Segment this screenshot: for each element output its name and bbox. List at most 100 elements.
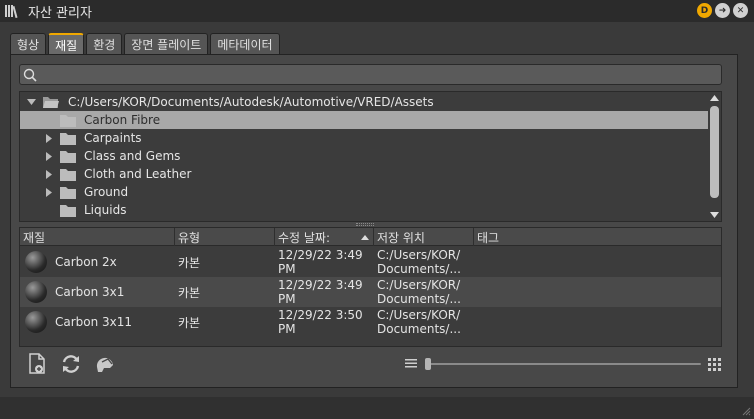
title-buttons: D ➜ ✕	[697, 3, 748, 18]
tree-item-liquids[interactable]: Liquids	[20, 201, 709, 219]
thumbnail-size-slider[interactable]	[403, 355, 725, 373]
table-row[interactable]: Carbon 3x11 카본 12/29/22 3:50 PM C:/Users…	[20, 307, 721, 337]
column-header-modified[interactable]: 수정 날짜:	[275, 228, 374, 246]
tree-item-carbon-fibre[interactable]: Carbon Fibre	[20, 111, 709, 129]
cell-tags	[474, 277, 721, 307]
status-bar	[0, 397, 754, 419]
table-row[interactable]: Carbon 3x1 카본 12/29/22 3:49 PM C:/Users/…	[20, 277, 721, 307]
material-thumbnail	[25, 251, 47, 273]
date-line: PM	[278, 292, 296, 306]
arrow-right-icon[interactable]: ➜	[715, 3, 730, 18]
folder-tree[interactable]: C:/Users/KOR/Documents/Autodesk/Automoti…	[19, 91, 722, 222]
column-header-modified-label: 수정 날짜:	[278, 230, 331, 245]
tab-material[interactable]: 재질	[48, 33, 85, 55]
tab-environment[interactable]: 환경	[86, 33, 123, 55]
chevron-right-icon[interactable]	[44, 133, 54, 143]
tree-item-class-and-gems[interactable]: Class and Gems	[20, 147, 709, 165]
scroll-down-icon[interactable]	[710, 212, 719, 218]
tree-item-label: Cloth and Leather	[84, 167, 192, 181]
material-thumbnail	[25, 311, 47, 333]
cell-material: Carbon 2x	[20, 247, 175, 277]
tree-root[interactable]: C:/Users/KOR/Documents/Autodesk/Automoti…	[20, 93, 709, 111]
location-line: Documents/...	[377, 292, 461, 306]
column-header-type[interactable]: 유형	[175, 228, 275, 246]
tree-item-label: Liquids	[84, 203, 127, 217]
close-icon[interactable]: ✕	[733, 3, 748, 18]
chevron-right-icon[interactable]	[44, 169, 54, 179]
list-view-icon[interactable]	[405, 358, 417, 369]
date-line: 12/29/22 3:49	[278, 248, 363, 262]
dock-d-icon[interactable]: D	[697, 3, 712, 18]
open-folder-icon	[43, 97, 59, 108]
folder-icon	[60, 114, 76, 127]
column-header-material[interactable]: 재질	[20, 228, 175, 246]
tab-scene-plate[interactable]: 장면 플레이트	[124, 33, 209, 55]
date-line: PM	[278, 322, 296, 336]
material-thumbnail	[25, 281, 47, 303]
tab-metadata[interactable]: 메타데이터	[210, 33, 280, 55]
folder-icon	[60, 132, 76, 145]
new-file-icon[interactable]	[25, 352, 49, 376]
location-line: C:/Users/KOR/	[377, 308, 461, 322]
bottom-toolbar	[25, 352, 117, 376]
column-header-location[interactable]: 저장 위치	[374, 228, 474, 246]
date-line: PM	[278, 262, 296, 276]
cell-modified: 12/29/22 3:49 PM	[275, 277, 374, 307]
materials-table: 재질 유형 수정 날짜: 저장 위치 태그 Carbon 2x 카본 12/29…	[19, 227, 722, 347]
chevron-right-icon[interactable]	[44, 151, 54, 161]
date-line: 12/29/22 3:49	[278, 278, 363, 292]
cell-location: C:/Users/KOR/ Documents/...	[374, 277, 474, 307]
tree-item-label: Carbon Fibre	[84, 113, 161, 127]
material-name: Carbon 3x1	[55, 285, 125, 299]
tree-item-label: Class and Gems	[84, 149, 181, 163]
resize-grip-icon[interactable]	[741, 406, 751, 416]
chevron-right-icon[interactable]	[44, 187, 54, 197]
materials-panel: C:/Users/KOR/Documents/Autodesk/Automoti…	[10, 54, 738, 388]
location-line: C:/Users/KOR/	[377, 278, 461, 292]
material-helmet-icon[interactable]	[93, 352, 117, 376]
window-title: 자산 관리자	[28, 5, 92, 21]
cell-location: C:/Users/KOR/ Documents/...	[374, 307, 474, 337]
date-line: 12/29/22 3:50	[278, 308, 363, 322]
cell-type: 카본	[178, 285, 201, 300]
tree-item-carpaints[interactable]: Carpaints	[20, 129, 709, 147]
tree-root-label: C:/Users/KOR/Documents/Autodesk/Automoti…	[68, 95, 434, 109]
column-header-tags[interactable]: 태그	[474, 228, 721, 246]
chevron-down-icon[interactable]	[26, 97, 36, 107]
cell-tags	[474, 247, 721, 277]
cell-modified: 12/29/22 3:49 PM	[275, 247, 374, 277]
cell-location: C:/Users/KOR/ Documents/...	[374, 247, 474, 277]
cell-type: 카본	[178, 255, 201, 270]
location-line: C:/Users/KOR/	[377, 248, 461, 262]
folder-icon	[60, 186, 76, 199]
tab-shape[interactable]: 형상	[10, 33, 47, 55]
slider-track[interactable]	[429, 363, 701, 365]
grid-view-icon[interactable]	[708, 358, 721, 371]
folder-icon	[60, 204, 76, 217]
splitter-handle[interactable]	[356, 223, 374, 226]
scroll-up-icon[interactable]	[710, 95, 719, 101]
title-bar: 자산 관리자 D ➜ ✕	[0, 0, 754, 22]
material-name: Carbon 2x	[55, 255, 117, 269]
search-input[interactable]	[19, 64, 722, 85]
tree-item-ground[interactable]: Ground	[20, 183, 709, 201]
tab-bar: 형상 재질 환경 장면 플레이트 메타데이터	[10, 33, 282, 55]
table-header: 재질 유형 수정 날짜: 저장 위치 태그	[20, 228, 721, 246]
cell-modified: 12/29/22 3:50 PM	[275, 307, 374, 337]
refresh-icon[interactable]	[59, 352, 83, 376]
table-row[interactable]: Carbon 2x 카본 12/29/22 3:49 PM C:/Users/K…	[20, 247, 721, 277]
location-line: Documents/...	[377, 322, 461, 336]
cell-material: Carbon 3x1	[20, 277, 175, 307]
slider-handle[interactable]	[425, 358, 431, 370]
material-name: Carbon 3x11	[55, 315, 133, 329]
folder-icon	[60, 150, 76, 163]
tree-item-label: Ground	[84, 185, 129, 199]
tree-item-cloth-and-leather[interactable]: Cloth and Leather	[20, 165, 709, 183]
folder-icon	[60, 168, 76, 181]
cell-type: 카본	[178, 315, 201, 330]
sort-ascending-icon	[361, 234, 369, 240]
cell-tags	[474, 307, 721, 337]
tree-scrollbar[interactable]	[708, 92, 721, 221]
scrollbar-thumb[interactable]	[710, 106, 719, 198]
location-line: Documents/...	[377, 262, 461, 276]
